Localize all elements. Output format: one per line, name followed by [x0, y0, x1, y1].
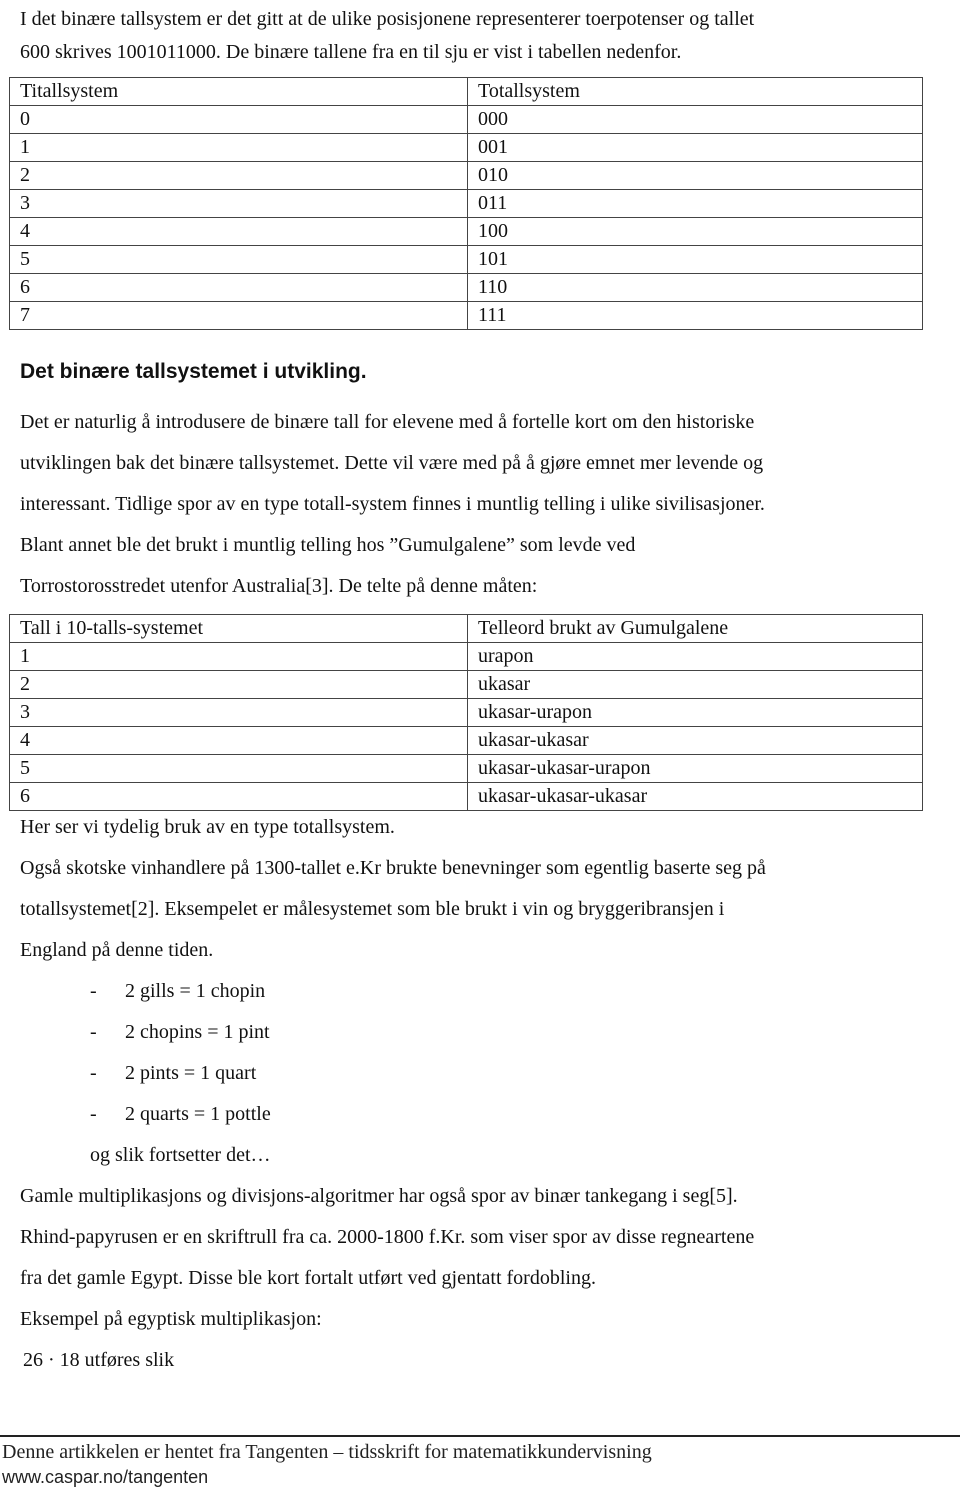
binary-cell: 100 — [467, 217, 923, 246]
decimal-cell: 7 — [9, 301, 468, 330]
decimal-cell: 6 — [9, 273, 468, 302]
number-cell: 1 — [9, 642, 468, 671]
paragraph-line: Også skotske vinhandlere på 1300-tallet … — [20, 857, 766, 879]
table-row: 6 ukasar-ukasar-ukasar — [9, 782, 923, 811]
decimal-cell: 1 — [9, 133, 468, 162]
decimal-cell: 3 — [9, 189, 468, 218]
measure-item: - 2 chopins = 1 pint — [90, 1020, 270, 1044]
decimal-cell: 0 — [9, 105, 468, 134]
paragraph-line: Gamle multiplikasjons og divisjons-algor… — [20, 1185, 738, 1207]
table-row: 5 101 — [9, 245, 923, 274]
measure-text: 2 pints = 1 quart — [125, 1062, 257, 1084]
after-table-text: Her ser vi tydelig bruk av en type total… — [20, 816, 395, 838]
binary-cell: 000 — [467, 105, 923, 134]
table-header-row: Titallsystem Totallsystem — [9, 77, 923, 106]
dash-bullet: - — [90, 1103, 97, 1125]
paragraph-line: England på denne tiden. — [20, 939, 214, 961]
word-cell: urapon — [467, 642, 923, 671]
table-row: 1 001 — [9, 133, 923, 162]
word-cell: ukasar-ukasar-urapon — [467, 754, 923, 783]
math-expression: 26 · 18 — [23, 1349, 80, 1371]
dash-bullet: - — [90, 1062, 97, 1084]
number-cell: 2 — [9, 670, 468, 699]
number-cell: 5 — [9, 754, 468, 783]
word-cell: ukasar-ukasar-ukasar — [467, 782, 923, 811]
table-row: 0 000 — [9, 105, 923, 134]
dash-bullet: - — [90, 980, 97, 1002]
intro-line-1: I det binære tallsystem er det gitt at d… — [20, 8, 755, 30]
measure-text: 2 quarts = 1 pottle — [125, 1103, 271, 1125]
measure-text: 2 gills = 1 chopin — [125, 980, 266, 1002]
table-row: 4 ukasar-ukasar — [9, 726, 923, 755]
measure-item: - 2 quarts = 1 pottle — [90, 1102, 271, 1126]
measure-item: - 2 gills = 1 chopin — [90, 979, 265, 1003]
measure-item: - 2 pints = 1 quart — [90, 1061, 256, 1085]
table-header-row: Tall i 10-talls-systemet Telleord brukt … — [9, 614, 923, 643]
gumulgal-table: Tall i 10-talls-systemet Telleord brukt … — [9, 614, 923, 811]
dash-bullet: - — [90, 1021, 97, 1043]
example-label: Eksempel på egyptisk multiplikasjon: — [20, 1308, 322, 1330]
paragraph-line: fra det gamle Egypt. Disse ble kort fort… — [20, 1267, 596, 1289]
paragraph-line: interessant. Tidlige spor av en type tot… — [20, 493, 765, 515]
binary-cell: 001 — [467, 133, 923, 162]
footer-divider — [0, 1435, 960, 1437]
decimal-cell: 4 — [9, 217, 468, 246]
intro-line-2: 600 skrives 1001011000. De binære tallen… — [20, 41, 682, 63]
table-row: 4 100 — [9, 217, 923, 246]
table-row: 2 010 — [9, 161, 923, 190]
word-cell: ukasar — [467, 670, 923, 699]
table-row: 5 ukasar-ukasar-urapon — [9, 754, 923, 783]
number-cell: 6 — [9, 782, 468, 811]
decimal-cell: 5 — [9, 245, 468, 274]
table-row: 3 011 — [9, 189, 923, 218]
binary-table: Titallsystem Totallsystem 0 000 1 001 2 010… — [9, 77, 923, 330]
header-cell: Titallsystem — [9, 77, 468, 106]
number-cell: 3 — [9, 698, 468, 727]
decimal-cell: 2 — [9, 161, 468, 190]
paragraph-line: Det er naturlig å introdusere de binære … — [20, 411, 755, 433]
table-row: 7 111 — [9, 301, 923, 330]
word-cell: ukasar-urapon — [467, 698, 923, 727]
table-row: 6 110 — [9, 273, 923, 302]
header-cell: Telleord brukt av Gumulgalene — [467, 614, 923, 643]
table-row: 3 ukasar-urapon — [9, 698, 923, 727]
footer-url[interactable]: www.caspar.no/tangenten — [2, 1466, 208, 1488]
paragraph-line: Blant annet ble det brukt i muntlig tell… — [20, 534, 636, 556]
binary-cell: 101 — [467, 245, 923, 274]
header-cell: Tall i 10-talls-systemet — [9, 614, 468, 643]
binary-cell: 111 — [467, 301, 923, 330]
binary-cell: 011 — [467, 189, 923, 218]
number-cell: 4 — [9, 726, 468, 755]
paragraph-line: totallsystemet[2]. Eksempelet er målesys… — [20, 898, 725, 920]
word-cell: ukasar-ukasar — [467, 726, 923, 755]
table-row: 1 urapon — [9, 642, 923, 671]
binary-cell: 010 — [467, 161, 923, 190]
example-suffix: utføres slik — [84, 1349, 175, 1371]
footer-source-text: Denne artikkelen er hentet fra Tangenten… — [2, 1441, 652, 1463]
example-expression-line: 26 · 18 utføres slik — [23, 1348, 174, 1372]
measure-continuation: og slik fortsetter det… — [90, 1144, 271, 1166]
section-heading: Det binære tallsystemet i utvikling. — [20, 360, 367, 383]
paragraph-line: Rhind-papyrusen er en skriftrull fra ca.… — [20, 1226, 755, 1248]
header-cell: Totallsystem — [467, 77, 923, 106]
paragraph-line: utviklingen bak det binære tallsystemet.… — [20, 452, 764, 474]
table-row: 2 ukasar — [9, 670, 923, 699]
binary-cell: 110 — [467, 273, 923, 302]
measure-text: 2 chopins = 1 pint — [125, 1021, 270, 1043]
paragraph-line: Torrostorosstredet utenfor Australia[3].… — [20, 575, 538, 597]
